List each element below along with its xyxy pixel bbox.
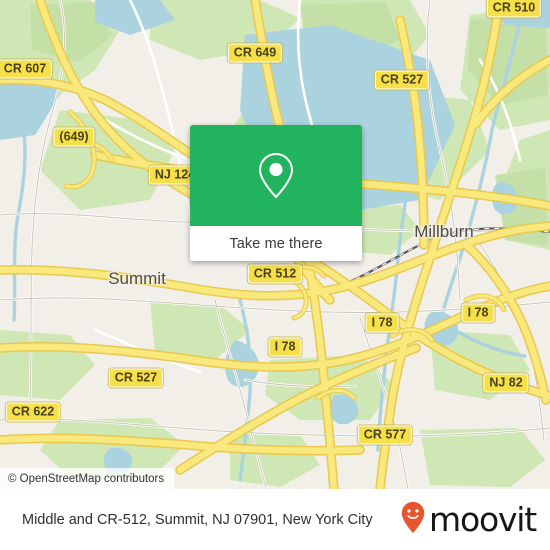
road-shield: I 78 bbox=[461, 303, 495, 323]
take-me-there-label: Take me there bbox=[229, 235, 323, 252]
card-pin-area bbox=[190, 125, 362, 226]
road-shield: CR 622 bbox=[5, 402, 61, 422]
road-shield: CR 527 bbox=[374, 70, 430, 90]
take-me-there-card[interactable]: Take me there bbox=[190, 125, 362, 261]
road-shield: CR 512 bbox=[247, 264, 303, 284]
moovit-map-screenshot: Summit Millburn CR 510 CR 649 CR 607 CR 527(… bbox=[0, 0, 550, 550]
location-title: Middle and CR-512, Summit, NJ 07901, New… bbox=[22, 511, 373, 528]
take-me-there-button[interactable]: Take me there bbox=[190, 226, 362, 261]
map-pin-icon bbox=[252, 150, 300, 202]
road-shield: I 78 bbox=[365, 313, 399, 333]
road-shield: CR 510 bbox=[486, 0, 542, 18]
footer-bar: Middle and CR-512, Summit, NJ 07901, New… bbox=[0, 489, 550, 550]
moovit-wordmark: moovit bbox=[429, 500, 537, 539]
road-shield: CR 527 bbox=[108, 368, 164, 388]
map-canvas[interactable]: Summit Millburn CR 510 CR 649 CR 607 CR 527(… bbox=[0, 0, 550, 489]
road-shield: I 78 bbox=[268, 337, 302, 357]
moovit-logo[interactable]: moovit bbox=[400, 500, 537, 539]
moovit-smiley-pin-icon bbox=[400, 501, 426, 539]
osm-attribution[interactable]: © OpenStreetMap contributors bbox=[0, 468, 175, 489]
road-shield: CR 577 bbox=[357, 425, 413, 445]
road-shield: CR 607 bbox=[0, 59, 53, 79]
osm-attribution-text: © OpenStreetMap contributors bbox=[8, 473, 165, 485]
road-shield: (649) bbox=[53, 127, 95, 147]
road-shield: NJ 82 bbox=[483, 373, 529, 393]
road-shield: CR 649 bbox=[227, 43, 283, 63]
